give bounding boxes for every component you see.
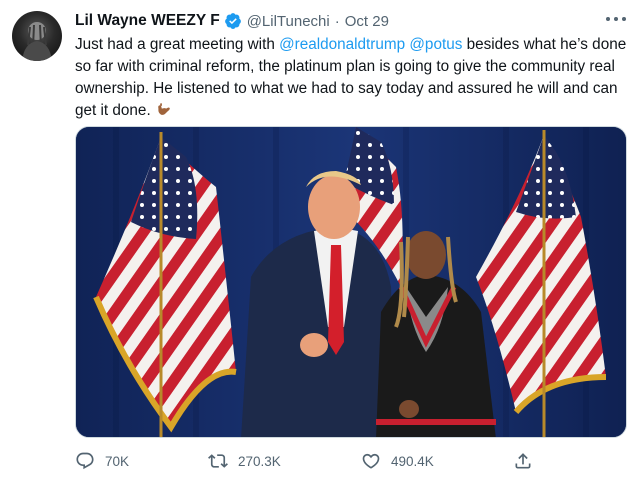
reply-icon xyxy=(76,452,94,470)
reply-count: 70K xyxy=(105,453,130,469)
tweet-text-part: Just had a great meeting with xyxy=(75,36,280,53)
tweet-actions: 70K 270.3K 490.4K xyxy=(75,448,627,474)
tweet-timestamp[interactable]: Oct 29 xyxy=(345,13,389,30)
header-separator: · xyxy=(334,12,340,30)
author-handle[interactable]: @LilTunechi xyxy=(247,13,330,30)
tweet-photo[interactable] xyxy=(75,126,627,438)
reply-button[interactable]: 70K xyxy=(75,448,129,474)
share-icon xyxy=(515,453,531,469)
share-button[interactable] xyxy=(513,448,543,474)
more-options-icon[interactable] xyxy=(606,12,626,26)
tweet-card: Lil Wayne WEEZY F @LilTunechi · Oct 29 J… xyxy=(0,0,640,478)
avatar-image xyxy=(22,22,52,61)
tweet-text: Just had a great meeting with @realdonal… xyxy=(75,34,627,122)
mention-link[interactable]: @realdonaldtrump xyxy=(279,36,405,53)
tweet-header: Lil Wayne WEEZY F @LilTunechi · Oct 29 xyxy=(75,10,389,32)
author-avatar[interactable] xyxy=(12,11,62,61)
verified-badge-icon xyxy=(224,12,242,30)
photo-image xyxy=(76,127,626,437)
mention-link[interactable]: @potus xyxy=(409,36,462,53)
like-count: 490.4K xyxy=(391,453,434,469)
retweet-button[interactable]: 270.3K xyxy=(208,448,281,474)
heart-icon xyxy=(362,453,380,469)
call-me-hand-emoji-icon xyxy=(155,101,172,118)
like-button[interactable]: 490.4K xyxy=(361,448,434,474)
author-display-name[interactable]: Lil Wayne WEEZY F xyxy=(75,12,220,30)
retweet-count: 270.3K xyxy=(238,453,281,469)
retweet-icon xyxy=(208,454,228,468)
